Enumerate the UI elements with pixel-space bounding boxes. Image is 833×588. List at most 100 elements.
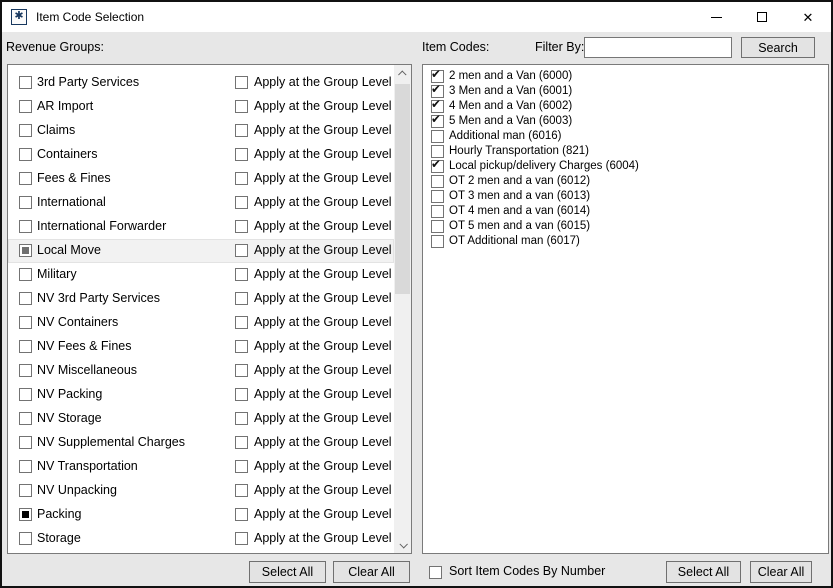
revenue-group-row[interactable]: NV Miscellaneous Apply at the Group Leve… [8,359,394,383]
revenue-group-row[interactable]: NV Storage Apply at the Group Level [8,407,394,431]
item-code-row[interactable]: 5 Men and a Van (6003) [423,114,828,129]
item-code-row[interactable]: OT 3 men and a van (6013) [423,189,828,204]
groups-select-all-button[interactable]: Select All [249,561,326,583]
apply-group-level-label: Apply at the Group Level [254,171,392,185]
close-button[interactable]: ✕ [785,2,831,32]
item-checkbox[interactable] [431,130,444,143]
group-checkbox[interactable] [19,124,32,137]
scrollbar-thumb[interactable] [395,84,410,294]
item-code-selection-window: ✱ Item Code Selection ✕ Revenue Groups: … [0,0,833,588]
item-checkbox[interactable] [431,160,444,173]
revenue-group-row[interactable]: Fees & Fines Apply at the Group Level [8,167,394,191]
apply-group-level-checkbox[interactable] [235,292,248,305]
apply-group-level-checkbox[interactable] [235,172,248,185]
apply-group-level-checkbox[interactable] [235,76,248,89]
item-code-row[interactable]: OT 4 men and a van (6014) [423,204,828,219]
revenue-group-row[interactable]: NV Fees & Fines Apply at the Group Level [8,335,394,359]
group-checkbox[interactable] [19,148,32,161]
item-checkbox[interactable] [431,175,444,188]
item-code-row[interactable]: Hourly Transportation (821) [423,144,828,159]
revenue-group-row[interactable]: Local Move Apply at the Group Level [8,239,394,263]
apply-group-level-checkbox[interactable] [235,196,248,209]
item-label: OT 3 men and a van (6013) [449,190,590,202]
item-checkbox[interactable] [431,220,444,233]
revenue-group-row[interactable]: International Apply at the Group Level [8,191,394,215]
revenue-group-row[interactable]: 3rd Party Services Apply at the Group Le… [8,71,394,95]
group-checkbox[interactable] [19,76,32,89]
title-bar[interactable]: ✱ Item Code Selection ✕ [2,2,831,32]
apply-group-level-checkbox[interactable] [235,436,248,449]
minimize-button[interactable] [693,2,739,32]
apply-group-level-checkbox[interactable] [235,484,248,497]
vertical-scrollbar[interactable] [394,65,411,553]
group-checkbox[interactable] [19,484,32,497]
group-checkbox[interactable] [19,364,32,377]
apply-group-level-checkbox[interactable] [235,244,248,257]
revenue-group-row[interactable]: NV 3rd Party Services Apply at the Group… [8,287,394,311]
item-checkbox[interactable] [431,205,444,218]
sort-by-number-checkbox[interactable] [429,566,442,579]
group-checkbox[interactable] [19,100,32,113]
window-controls: ✕ [693,2,831,32]
revenue-groups-list: 3rd Party Services Apply at the Group Le… [7,64,412,554]
maximize-button[interactable] [739,2,785,32]
revenue-group-row[interactable]: Claims Apply at the Group Level [8,119,394,143]
group-checkbox[interactable] [19,292,32,305]
group-checkbox[interactable] [19,436,32,449]
apply-group-level-checkbox[interactable] [235,124,248,137]
item-code-row[interactable]: 3 Men and a Van (6001) [423,84,828,99]
item-code-row[interactable]: OT 5 men and a van (6015) [423,219,828,234]
group-checkbox[interactable] [19,244,32,257]
scroll-down-button[interactable] [394,536,411,553]
item-code-row[interactable]: 2 men and a Van (6000) [423,69,828,84]
group-checkbox[interactable] [19,460,32,473]
apply-group-level-checkbox[interactable] [235,316,248,329]
revenue-group-row[interactable]: AR Import Apply at the Group Level [8,95,394,119]
item-code-row[interactable]: Additional man (6016) [423,129,828,144]
revenue-group-row[interactable]: NV Containers Apply at the Group Level [8,311,394,335]
revenue-group-row[interactable]: NV Unpacking Apply at the Group Level [8,479,394,503]
group-checkbox[interactable] [19,532,32,545]
apply-group-level-checkbox[interactable] [235,364,248,377]
apply-group-level-checkbox[interactable] [235,148,248,161]
items-clear-all-button[interactable]: Clear All [750,561,812,583]
group-checkbox[interactable] [19,172,32,185]
group-checkbox[interactable] [19,220,32,233]
revenue-group-row[interactable]: NV Supplemental Charges Apply at the Gro… [8,431,394,455]
revenue-group-row[interactable]: International Forwarder Apply at the Gro… [8,215,394,239]
groups-clear-all-button[interactable]: Clear All [333,561,410,583]
group-checkbox[interactable] [19,268,32,281]
search-button[interactable]: Search [741,37,815,58]
group-checkbox[interactable] [19,388,32,401]
item-checkbox[interactable] [431,115,444,128]
item-code-row[interactable]: 4 Men and a Van (6002) [423,99,828,114]
revenue-group-row[interactable]: Packing Apply at the Group Level [8,503,394,527]
group-checkbox[interactable] [19,412,32,425]
apply-group-level-checkbox[interactable] [235,388,248,401]
item-code-row[interactable]: OT 2 men and a van (6012) [423,174,828,189]
apply-group-level-checkbox[interactable] [235,340,248,353]
group-checkbox[interactable] [19,196,32,209]
revenue-group-row[interactable]: Containers Apply at the Group Level [8,143,394,167]
revenue-group-row[interactable]: Storage Apply at the Group Level [8,527,394,551]
apply-group-level-checkbox[interactable] [235,412,248,425]
revenue-group-row[interactable]: NV Packing Apply at the Group Level [8,383,394,407]
revenue-group-row[interactable]: NV Transportation Apply at the Group Lev… [8,455,394,479]
scroll-up-button[interactable] [394,65,411,82]
apply-group-level-checkbox[interactable] [235,460,248,473]
group-checkbox[interactable] [19,316,32,329]
item-checkbox[interactable] [431,235,444,248]
group-checkbox[interactable] [19,340,32,353]
revenue-group-row[interactable]: Military Apply at the Group Level [8,263,394,287]
apply-group-level-checkbox[interactable] [235,100,248,113]
filter-input[interactable] [584,37,732,58]
item-checkbox[interactable] [431,190,444,203]
apply-group-level-checkbox[interactable] [235,220,248,233]
apply-group-level-checkbox[interactable] [235,532,248,545]
item-code-row[interactable]: OT Additional man (6017) [423,234,828,249]
group-checkbox[interactable] [19,508,32,521]
item-code-row[interactable]: Local pickup/delivery Charges (6004) [423,159,828,174]
items-select-all-button[interactable]: Select All [666,561,741,583]
apply-group-level-checkbox[interactable] [235,268,248,281]
apply-group-level-checkbox[interactable] [235,508,248,521]
